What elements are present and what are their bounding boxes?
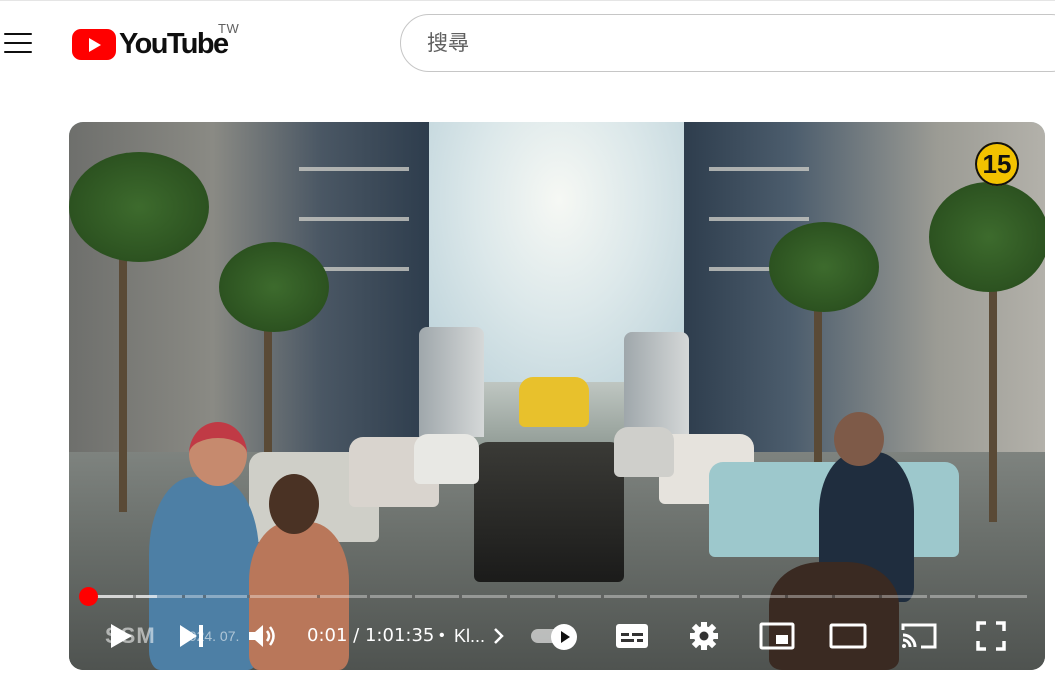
video-palm-fronds [219, 242, 329, 332]
next-button[interactable] [175, 612, 209, 660]
youtube-home-logo[interactable]: YouTube [72, 28, 229, 60]
chevron-right-icon [494, 628, 504, 644]
chapter-marker [507, 595, 510, 598]
video-frame [69, 122, 1045, 670]
chapter-title-button[interactable]: Kl... [454, 612, 485, 660]
menu-icon-bar [4, 51, 32, 53]
gear-icon [690, 622, 718, 650]
video-person-head [189, 422, 247, 486]
play-icon [111, 624, 132, 648]
chapter-marker [739, 595, 742, 598]
video-balcony [299, 167, 409, 171]
chapter-marker [203, 595, 206, 598]
duration: 1:01:35 [364, 625, 435, 646]
miniplayer-button[interactable] [757, 612, 797, 660]
video-balcony [709, 217, 809, 221]
autoplay-play-icon [551, 624, 577, 650]
search-input[interactable] [425, 30, 1055, 56]
time-display: 0:01 / 1:01:35 [307, 612, 434, 660]
subtitles-button[interactable] [612, 612, 652, 660]
chapter-marker [785, 595, 788, 598]
chapter-separator: • [439, 627, 445, 644]
cast-icon [901, 623, 937, 649]
video-balcony [709, 167, 809, 171]
chapter-marker [133, 595, 136, 598]
video-tower [624, 332, 689, 437]
chapter-marker [697, 595, 700, 598]
volume-icon [249, 625, 275, 647]
chapter-marker [412, 595, 415, 598]
chapter-marker [832, 595, 835, 598]
video-tower [419, 327, 484, 437]
video-car [614, 427, 674, 477]
chapter-marker [367, 595, 370, 598]
masthead: YouTube TW [0, 0, 1055, 88]
play-button[interactable] [103, 612, 139, 660]
menu-icon [4, 33, 32, 35]
chapter-marker [555, 595, 558, 598]
progress-bar[interactable] [87, 595, 1027, 598]
chapter-marker [317, 595, 320, 598]
menu-icon-bar [4, 42, 32, 44]
time-separator: / [353, 625, 360, 646]
video-palm-fronds [769, 222, 879, 312]
autoplay-toggle[interactable] [527, 624, 591, 650]
video-person-head [269, 474, 319, 534]
next-icon [180, 625, 203, 647]
video-player[interactable]: 15 SSM 2024. 07. [69, 122, 1045, 670]
progress-scrubber[interactable] [79, 587, 98, 606]
video-bus [519, 377, 589, 427]
chapter-marker [459, 595, 462, 598]
video-balcony [299, 217, 409, 221]
video-palm-fronds [929, 182, 1045, 292]
subtitles-icon [616, 624, 648, 648]
chapter-marker [182, 595, 185, 598]
top-divider [0, 0, 1055, 1]
chapter-marker [879, 595, 882, 598]
content-rating-badge: 15 [975, 142, 1019, 186]
theater-icon [829, 623, 867, 649]
logo-wordmark: YouTube [119, 28, 229, 60]
chapter-marker [647, 595, 650, 598]
current-time: 0:01 [307, 625, 348, 646]
chapter-marker [601, 595, 604, 598]
video-palm-fronds [69, 152, 209, 262]
theater-mode-button[interactable] [827, 612, 869, 660]
country-code: TW [218, 21, 240, 36]
youtube-play-logo-icon [72, 28, 116, 60]
miniplayer-icon [759, 622, 795, 650]
cast-button[interactable] [899, 612, 939, 660]
player-controls: SSM 2024. 07. 0:01 / 1:01:35 • K [69, 612, 1045, 660]
mute-button[interactable] [245, 612, 281, 660]
guide-menu-button[interactable] [4, 31, 32, 55]
fullscreen-icon [976, 621, 1006, 651]
video-car [414, 434, 479, 484]
search-box[interactable] [400, 14, 1055, 72]
video-car-front [474, 442, 624, 582]
fullscreen-button[interactable] [971, 612, 1011, 660]
chapter-chevron-button[interactable] [489, 612, 509, 660]
chapter-marker [975, 595, 978, 598]
settings-button[interactable] [685, 612, 723, 660]
chapter-marker [247, 595, 250, 598]
chapter-marker [927, 595, 930, 598]
video-person-head [834, 412, 884, 466]
